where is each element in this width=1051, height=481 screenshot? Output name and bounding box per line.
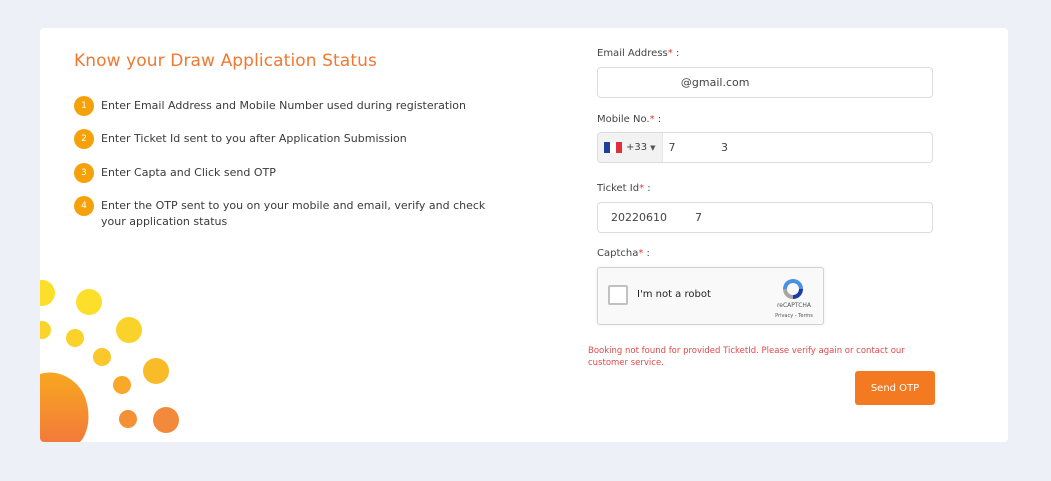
step-1: 1 Enter Email Address and Mobile Number … — [74, 96, 501, 116]
step-text: Enter Email Address and Mobile Number us… — [101, 99, 466, 112]
step-number-badge: 1 — [74, 96, 94, 116]
mobile-label: Mobile No.* : — [597, 114, 662, 125]
step-4: 4 Enter the OTP sent to you on your mobi… — [74, 196, 501, 230]
recaptcha-icon — [783, 279, 803, 299]
recaptcha-brand: reCAPTCHA — [776, 302, 812, 309]
step-text: Enter the OTP sent to you on your mobile… — [101, 199, 486, 228]
recaptcha-privacy-terms[interactable]: Privacy - Terms — [766, 313, 822, 319]
chevron-down-icon: ▼ — [650, 143, 656, 152]
email-value: @gmail.com — [611, 76, 750, 89]
email-label: Email Address* : — [597, 48, 680, 59]
ticket-label: Ticket Id* : — [597, 183, 651, 194]
email-field[interactable]: @gmail.com — [597, 67, 933, 98]
ticket-id-field[interactable]: 20220610 7 — [597, 202, 933, 233]
step-number-badge: 3 — [74, 163, 94, 183]
mobile-field[interactable]: +33 ▼ 7 3 — [597, 132, 933, 163]
captcha-checkbox-label: I'm not a robot — [637, 289, 711, 300]
step-text: Enter Ticket Id sent to you after Applic… — [101, 132, 407, 145]
captcha-label: Captcha* : — [597, 248, 650, 259]
error-message: Booking not found for provided TicketId.… — [588, 346, 905, 368]
step-3: 3 Enter Capta and Click send OTP — [74, 163, 501, 183]
captcha-checkbox[interactable] — [608, 285, 628, 305]
page-title: Know your Draw Application Status — [74, 51, 377, 71]
step-number-badge: 2 — [74, 129, 94, 149]
mobile-value: 7 3 — [668, 141, 728, 154]
status-card: Know your Draw Application Status 1 Ente… — [40, 28, 1008, 442]
dial-code: +33 — [626, 142, 648, 153]
step-text: Enter Capta and Click send OTP — [101, 166, 276, 179]
send-otp-button[interactable]: Send OTP — [855, 371, 935, 405]
recaptcha-widget: I'm not a robot reCAPTCHA Privacy - Term… — [597, 267, 824, 325]
step-number-badge: 4 — [74, 196, 94, 216]
country-code-selector[interactable]: +33 ▼ — [598, 133, 663, 162]
france-flag-icon — [604, 142, 622, 153]
step-2: 2 Enter Ticket Id sent to you after Appl… — [74, 129, 501, 149]
ticket-id-value: 20220610 7 — [611, 211, 702, 224]
